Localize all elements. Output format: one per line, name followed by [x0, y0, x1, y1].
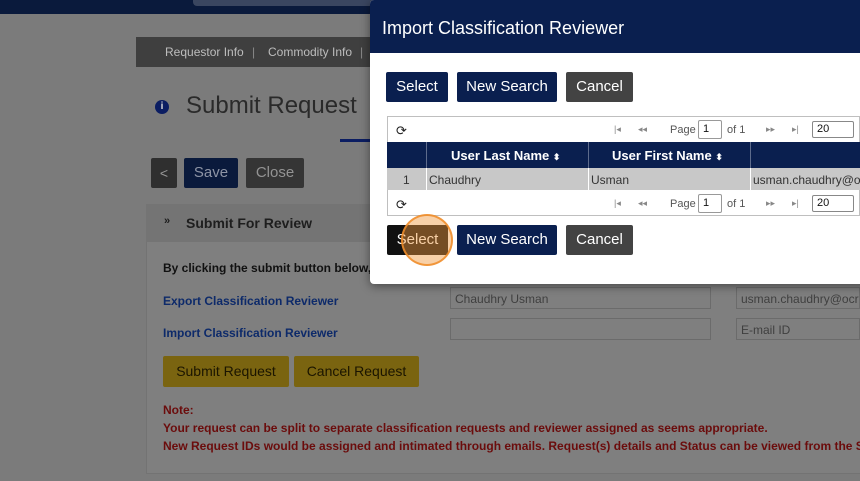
- page-label: Page: [670, 124, 696, 136]
- note-line-1: Your request can be split to separate cl…: [163, 421, 768, 435]
- export-reviewer-label: Export Classification Reviewer: [163, 294, 339, 308]
- nav-separator: |: [360, 45, 364, 59]
- import-reviewer-label: Import Classification Reviewer: [163, 326, 338, 340]
- grid-pager-top: ⟳ |◂ ◂◂ Page 1 of 1 ▸▸ ▸| 20: [388, 118, 860, 142]
- page-label: Page: [670, 198, 696, 210]
- cell-divider: [588, 168, 589, 190]
- column-divider: [588, 142, 589, 168]
- cell-email[interactable]: usman.chaudhry@oc: [753, 173, 860, 187]
- page-number-input[interactable]: 1: [698, 120, 722, 139]
- new-search-button-bottom[interactable]: New Search: [457, 225, 557, 255]
- nav-separator: |: [252, 45, 256, 59]
- sort-icon[interactable]: ⬍: [715, 152, 723, 162]
- import-reviewer-email-field[interactable]: E-mail ID: [736, 318, 860, 340]
- cell-first-name[interactable]: Usman: [591, 173, 629, 187]
- save-button[interactable]: Save: [184, 158, 238, 188]
- note-title: Note:: [163, 403, 194, 417]
- next-page-icon[interactable]: ▸▸: [766, 124, 775, 135]
- refresh-icon[interactable]: ⟳: [396, 197, 407, 213]
- page-size-select[interactable]: 20: [812, 121, 854, 138]
- export-reviewer-email-field[interactable]: usman.chaudhry@ocr: [736, 287, 860, 309]
- page-number-input[interactable]: 1: [698, 194, 722, 213]
- cell-divider: [426, 168, 427, 190]
- row-index: 1: [403, 173, 410, 187]
- column-header-label: User First Name: [612, 148, 712, 163]
- note-line-2: New Request IDs would be assigned and in…: [163, 439, 860, 453]
- refresh-icon[interactable]: ⟳: [396, 123, 407, 139]
- info-icon: i: [155, 100, 169, 114]
- cancel-button-top[interactable]: Cancel: [566, 72, 633, 102]
- export-reviewer-name-field[interactable]: Chaudhry Usman: [450, 287, 711, 309]
- back-button[interactable]: <: [151, 158, 177, 188]
- page-count: of 1: [727, 198, 746, 210]
- cell-divider: [750, 168, 751, 190]
- dialog-title: Import Classification Reviewer: [382, 18, 625, 38]
- nav-item-requestor-info[interactable]: Requestor Info: [165, 45, 244, 59]
- prev-page-icon[interactable]: ◂◂: [638, 124, 647, 135]
- cancel-request-button[interactable]: Cancel Request: [294, 356, 419, 387]
- page-count: of 1: [727, 124, 746, 136]
- cancel-button-bottom[interactable]: Cancel: [566, 225, 633, 255]
- submit-request-button[interactable]: Submit Request: [163, 356, 289, 387]
- breadcrumb-nav: Requestor Info | Commodity Info |: [136, 37, 376, 67]
- select-button-top[interactable]: Select: [386, 72, 448, 102]
- nav-item-commodity-info[interactable]: Commodity Info: [268, 45, 352, 59]
- page-title: Submit Request: [186, 92, 357, 119]
- grid-pager-bottom: ⟳ |◂ ◂◂ Page 1 of 1 ▸▸ ▸| 20: [388, 192, 860, 216]
- close-button[interactable]: Close: [246, 158, 304, 188]
- first-page-icon[interactable]: |◂: [614, 124, 621, 135]
- last-page-icon[interactable]: ▸|: [792, 124, 799, 135]
- chevron-down-icon[interactable]: »: [164, 215, 170, 227]
- cell-last-name[interactable]: Chaudhry: [429, 173, 481, 187]
- column-divider: [426, 142, 427, 168]
- prev-page-icon[interactable]: ◂◂: [638, 198, 647, 209]
- title-underline: [340, 139, 374, 142]
- next-page-icon[interactable]: ▸▸: [766, 198, 775, 209]
- header-search-box[interactable]: [193, 0, 373, 6]
- last-page-icon[interactable]: ▸|: [792, 198, 799, 209]
- new-search-button-top[interactable]: New Search: [457, 72, 557, 102]
- first-page-icon[interactable]: |◂: [614, 198, 621, 209]
- page-size-select[interactable]: 20: [812, 195, 854, 212]
- panel-title: Submit For Review: [186, 215, 313, 231]
- intro-text: By clicking the submit button below,: [163, 261, 372, 275]
- import-reviewer-name-field[interactable]: [450, 318, 711, 340]
- click-highlight-indicator: [401, 214, 453, 266]
- column-header-last-name[interactable]: User Last Name ⬍: [451, 148, 560, 163]
- column-header-first-name[interactable]: User First Name ⬍: [612, 148, 723, 163]
- sort-icon[interactable]: ⬍: [553, 152, 561, 162]
- column-divider: [750, 142, 751, 168]
- column-header-label: User Last Name: [451, 148, 550, 163]
